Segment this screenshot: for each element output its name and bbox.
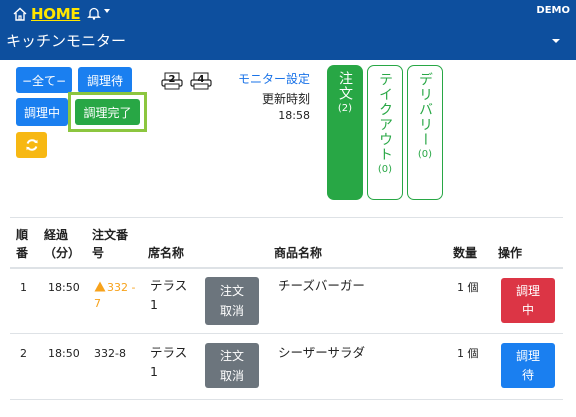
printer-2-button[interactable]: 2 (160, 72, 184, 90)
cancel-order-button[interactable]: 注文 取消 (205, 343, 259, 388)
chevron-down-icon[interactable] (552, 39, 560, 43)
filter-cooking-button[interactable]: 調理中 (16, 98, 68, 126)
printer-number: 2 (168, 74, 176, 85)
home-label[interactable]: HOME (31, 5, 81, 23)
row-order-no: 332 - 7 (94, 281, 136, 310)
filter-all-button[interactable]: −全て− (16, 67, 72, 93)
home-icon (13, 7, 27, 21)
tab-orders[interactable]: 注文 (2) (327, 65, 363, 200)
printer-number: 4 (197, 74, 205, 85)
filter-waiting-button[interactable]: 調理待 (78, 67, 132, 93)
updated-label: 更新時刻 (261, 92, 310, 106)
refresh-icon (25, 139, 38, 151)
user-name[interactable]: DEMO (536, 5, 570, 16)
status-cooking-button[interactable]: 調理中 (501, 278, 555, 323)
updated-time: 18:58 (278, 109, 310, 122)
header-order-no: 注文番号 (92, 228, 129, 260)
notification-caret-icon[interactable] (104, 9, 110, 13)
tab-count: (2) (337, 103, 353, 114)
row-product: チーズバーガー (278, 278, 365, 293)
row-time: 18:50 (48, 347, 80, 360)
tab-label: テイクアウト (377, 72, 393, 162)
filter-done-button[interactable]: 調理完了 (75, 99, 140, 125)
table-header-border (10, 267, 563, 269)
tab-takeout[interactable]: テイクアウト (0) (367, 65, 403, 200)
tab-count: (0) (377, 164, 393, 175)
tab-label: デリバリー (417, 72, 433, 147)
row-seat: テラス 1 (150, 278, 188, 312)
header-qty: 数量 (453, 246, 478, 260)
home-link[interactable]: HOME (12, 4, 81, 24)
table-top-border (10, 217, 563, 218)
tab-count: (0) (417, 149, 433, 160)
tab-label: 注文 (337, 71, 353, 101)
row-number: 2 (20, 347, 27, 360)
status-waiting-button[interactable]: 調理待 (501, 343, 555, 388)
row-qty: 1 個 (457, 281, 479, 294)
tab-delivery[interactable]: デリバリー (0) (407, 65, 443, 200)
navbar: HOME DEMO キッチンモニター (0, 0, 576, 60)
row-product: シーザーサラダ (278, 345, 366, 360)
header-action: 操作 (498, 246, 523, 260)
bell-icon[interactable] (87, 6, 101, 20)
header-elapsed: 経過 （分） (44, 228, 81, 260)
row-divider (10, 333, 563, 334)
row-seat: テラス 1 (150, 345, 188, 379)
row-number: 1 (20, 281, 27, 294)
monitor-settings-link[interactable]: モニター設定 (238, 70, 310, 87)
row-order-no: 332-8 (94, 347, 126, 360)
row-divider (10, 399, 563, 400)
warning-icon (94, 281, 106, 292)
cancel-order-button[interactable]: 注文 取消 (205, 277, 259, 325)
row-time: 18:50 (48, 281, 80, 294)
row-qty: 1 個 (457, 347, 479, 360)
header-product: 商品名称 (274, 246, 323, 260)
header-seat: 席名称 (148, 246, 185, 260)
header-order: 順番 (16, 228, 29, 260)
page-title: キッチンモニター (6, 32, 127, 50)
printer-4-button[interactable]: 4 (189, 72, 213, 90)
refresh-button[interactable] (16, 132, 47, 158)
